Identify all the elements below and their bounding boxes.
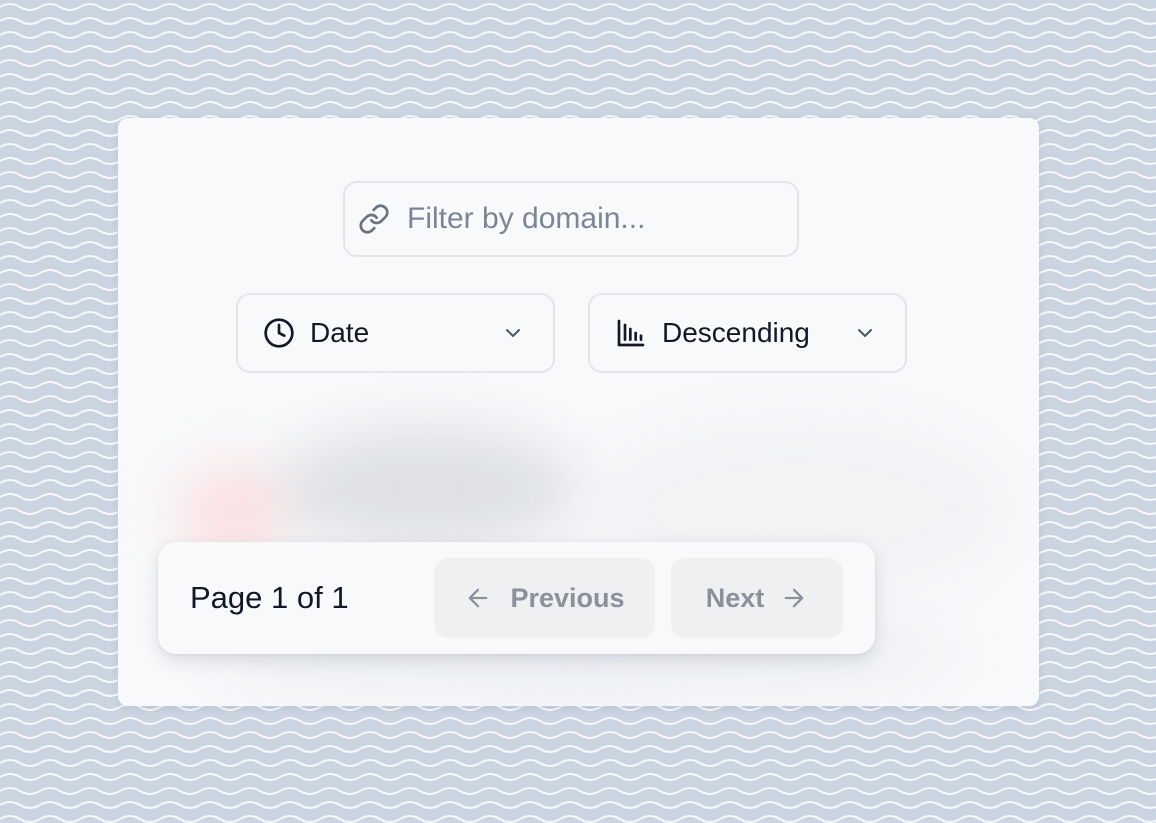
pagination-bar: Page 1 of 1 Previous Next [158, 542, 875, 654]
domain-filter-field[interactable] [343, 181, 799, 257]
page-indicator: Page 1 of 1 [190, 580, 349, 615]
domain-filter-input[interactable] [407, 202, 767, 236]
arrow-right-icon [780, 584, 808, 612]
sort-field-select[interactable]: Date [236, 293, 555, 373]
sort-field-value: Date [310, 317, 370, 348]
sort-order-value: Descending [662, 317, 810, 348]
filter-card: Date Descending Page 1 of 1 [118, 118, 1039, 706]
chevron-down-icon [853, 321, 877, 345]
arrow-left-icon [464, 584, 492, 612]
previous-page-button[interactable]: Previous [434, 558, 655, 638]
next-page-label: Next [705, 582, 765, 613]
next-page-button[interactable]: Next [671, 558, 843, 638]
sort-order-select[interactable]: Descending [588, 293, 907, 373]
link-icon [357, 202, 391, 236]
chevron-down-icon [501, 321, 525, 345]
previous-page-label: Previous [510, 582, 625, 613]
bar-chart-icon [614, 316, 648, 350]
clock-icon [262, 316, 296, 350]
